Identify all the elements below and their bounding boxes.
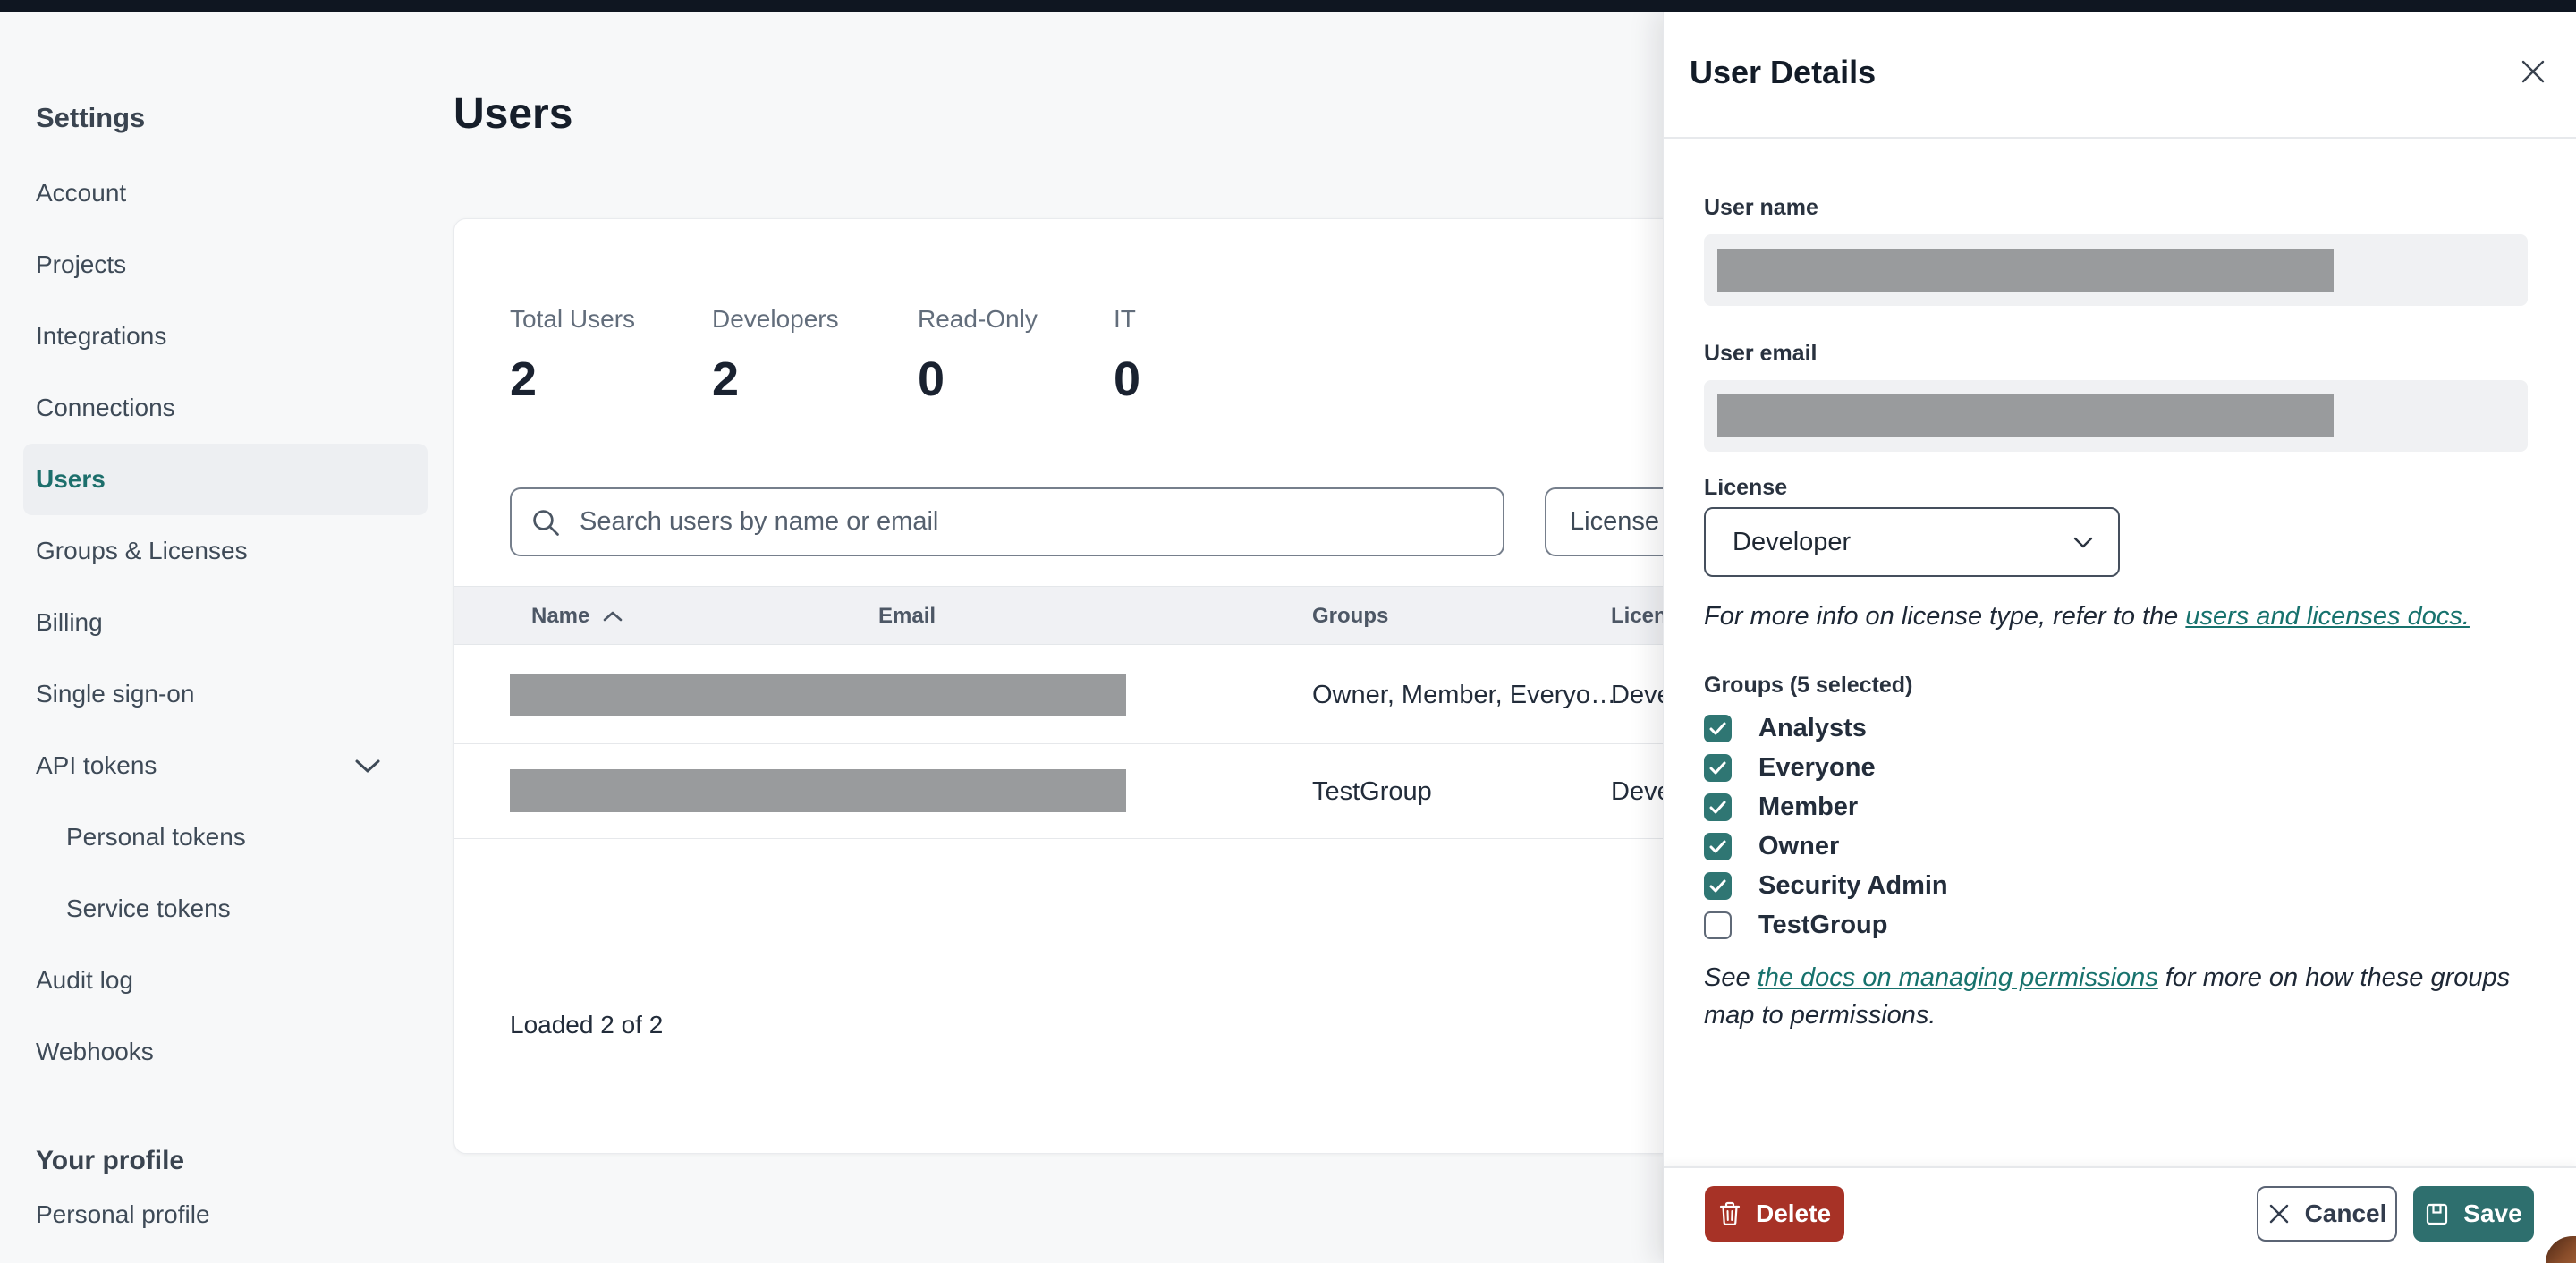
redacted-user-email-bar [1717, 394, 2334, 437]
group-option-security-admin[interactable]: Security Admin [1704, 866, 2151, 905]
stat-total-users-label: Total Users [510, 305, 636, 333]
sidebar-item-single-sign-on[interactable]: Single sign-on [23, 658, 428, 730]
sidebar-item-integrations[interactable]: Integrations [23, 301, 428, 372]
save-button[interactable]: Save [2413, 1186, 2534, 1242]
table-row[interactable]: Owner, Member, Everyo… Developer [454, 645, 1729, 744]
search-icon [530, 506, 562, 538]
group-option-everyone[interactable]: Everyone [1704, 748, 2151, 787]
stat-it-label: IT [1114, 305, 1136, 333]
sidebar-item-account[interactable]: Account [23, 157, 428, 229]
license-label: License [1704, 475, 1788, 500]
user-name-field[interactable] [1704, 234, 2528, 306]
sidebar-item-webhooks[interactable]: Webhooks [23, 1016, 428, 1088]
close-icon[interactable] [2510, 48, 2556, 95]
checkbox-icon[interactable] [1704, 832, 1732, 860]
panel-title: User Details [1690, 54, 1877, 90]
cancel-button[interactable]: Cancel [2257, 1186, 2397, 1242]
sidebar-heading: Settings [36, 102, 146, 133]
managing-permissions-docs-link[interactable]: the docs on managing permissions [1758, 963, 2158, 992]
sidebar-item-projects[interactable]: Projects [23, 229, 428, 301]
group-option-owner[interactable]: Owner [1704, 826, 2151, 866]
checkbox-icon[interactable] [1704, 911, 1732, 939]
sidebar-item-api-tokens[interactable]: API tokens [23, 730, 428, 801]
stat-read-only-label: Read-Only [918, 305, 1038, 333]
group-option-member[interactable]: Member [1704, 787, 2151, 826]
sidebar-profile-heading: Your profile [36, 1146, 185, 1175]
stat-read-only-value: 0 [918, 352, 945, 406]
table-row[interactable]: TestGroup Developer [454, 744, 1729, 839]
row-groups-cell: Owner, Member, Everyo… [1312, 681, 1617, 709]
stat-total-users-value: 2 [510, 352, 538, 406]
redacted-name-email-bar [510, 769, 1126, 812]
checkbox-icon[interactable] [1704, 871, 1732, 900]
redacted-user-name-bar [1717, 249, 2334, 292]
top-bar [0, 0, 2576, 12]
chevron-down-icon [2073, 537, 2093, 548]
redacted-name-email-bar [510, 674, 1126, 716]
loaded-status: Loaded 2 of 2 [510, 1011, 664, 1038]
groups-label: Groups (5 selected) [1704, 673, 1913, 698]
user-email-field[interactable] [1704, 380, 2528, 452]
group-option-analysts[interactable]: Analysts [1704, 708, 2151, 748]
user-search-box [510, 487, 1504, 556]
save-disk-icon [2425, 1202, 2449, 1226]
license-select[interactable]: Developer [1704, 507, 2120, 577]
x-icon [2267, 1202, 2291, 1225]
column-header-groups[interactable]: Groups [1312, 604, 1388, 629]
settings-sidebar: Settings Account Projects Integrations C… [23, 97, 428, 1250]
group-option-testgroup[interactable]: TestGroup [1704, 905, 2151, 945]
checkbox-icon[interactable] [1704, 753, 1732, 782]
sidebar-item-billing[interactable]: Billing [23, 587, 428, 658]
sidebar-item-connections[interactable]: Connections [23, 372, 428, 444]
stat-it-value: 0 [1114, 352, 1141, 406]
row-groups-cell: TestGroup [1312, 777, 1432, 806]
users-settings-screen: Settings Account Projects Integrations C… [0, 0, 2576, 1263]
sidebar-item-personal-profile[interactable]: Personal profile [23, 1179, 428, 1250]
sidebar-item-personal-tokens[interactable]: Personal tokens [23, 801, 428, 873]
sidebar-item-users[interactable]: Users [23, 444, 428, 515]
permissions-note: See the docs on managing permissions for… [1704, 963, 2511, 1030]
users-card: Total Users 2 Developers 2 Read-Only 0 I… [453, 218, 1779, 1154]
chevron-down-icon [354, 759, 381, 774]
license-note: For more info on license type, refer to … [1704, 602, 2470, 631]
user-details-panel: User Details User name User email Licens… [1663, 11, 2576, 1263]
delete-button[interactable]: Delete [1705, 1186, 1844, 1242]
user-name-label: User name [1704, 195, 1818, 220]
column-header-email[interactable]: Email [878, 604, 936, 629]
table-header [454, 586, 1716, 645]
stat-developers-label: Developers [712, 305, 839, 333]
checkbox-icon[interactable] [1704, 714, 1732, 742]
column-header-name[interactable]: Name [531, 604, 623, 629]
sort-asc-icon [602, 610, 623, 623]
checkbox-icon[interactable] [1704, 793, 1732, 821]
stat-developers-value: 2 [712, 352, 740, 406]
sidebar-item-audit-log[interactable]: Audit log [23, 945, 428, 1016]
sidebar-item-service-tokens[interactable]: Service tokens [23, 873, 428, 945]
page-title: Users [453, 90, 573, 138]
user-email-label: User email [1704, 341, 1818, 366]
trash-icon [1718, 1201, 1741, 1226]
users-licenses-docs-link[interactable]: users and licenses docs. [2185, 602, 2470, 631]
search-input[interactable] [578, 506, 1485, 538]
sidebar-item-groups-licenses[interactable]: Groups & Licenses [23, 515, 428, 587]
